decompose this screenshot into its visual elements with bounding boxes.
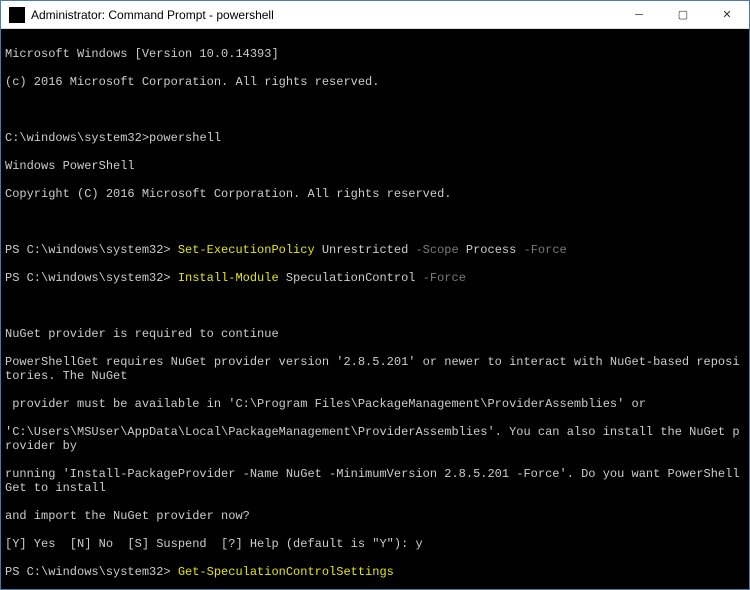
close-button[interactable]: ✕ [705, 1, 749, 28]
ps-command-line: PS C:\windows\system32> Set-ExecutionPol… [5, 243, 745, 257]
ps-header: Copyright (C) 2016 Microsoft Corporation… [5, 187, 745, 201]
nuget-msg: and import the NuGet provider now? [5, 509, 745, 523]
nuget-msg: provider must be available in 'C:\Progra… [5, 397, 745, 411]
ps-header: Windows PowerShell [5, 159, 745, 173]
nuget-msg: NuGet provider is required to continue [5, 327, 745, 341]
ps-command-line: PS C:\windows\system32> Get-SpeculationC… [5, 565, 745, 579]
nuget-prompt: [Y] Yes [N] No [S] Suspend [?] Help (def… [5, 537, 745, 551]
window-title: Administrator: Command Prompt - powershe… [31, 8, 617, 22]
header-line: Microsoft Windows [Version 10.0.14393] [5, 47, 745, 61]
nuget-msg: running 'Install-PackageProvider -Name N… [5, 467, 745, 495]
nuget-msg: 'C:\Users\MSUser\AppData\Local\PackageMa… [5, 425, 745, 453]
titlebar: Administrator: Command Prompt - powershe… [1, 1, 749, 29]
nuget-msg: PowerShellGet requires NuGet provider ve… [5, 355, 745, 383]
maximize-button[interactable]: ▢ [661, 1, 705, 28]
header-line: (c) 2016 Microsoft Corporation. All righ… [5, 75, 745, 89]
minimize-button[interactable]: ─ [617, 1, 661, 28]
cmd-line: C:\windows\system32>powershell [5, 131, 745, 145]
cmd-icon [9, 7, 25, 23]
terminal-output[interactable]: Microsoft Windows [Version 10.0.14393] (… [1, 29, 749, 589]
ps-command-line: PS C:\windows\system32> Install-Module S… [5, 271, 745, 285]
window-controls: ─ ▢ ✕ [617, 1, 749, 28]
